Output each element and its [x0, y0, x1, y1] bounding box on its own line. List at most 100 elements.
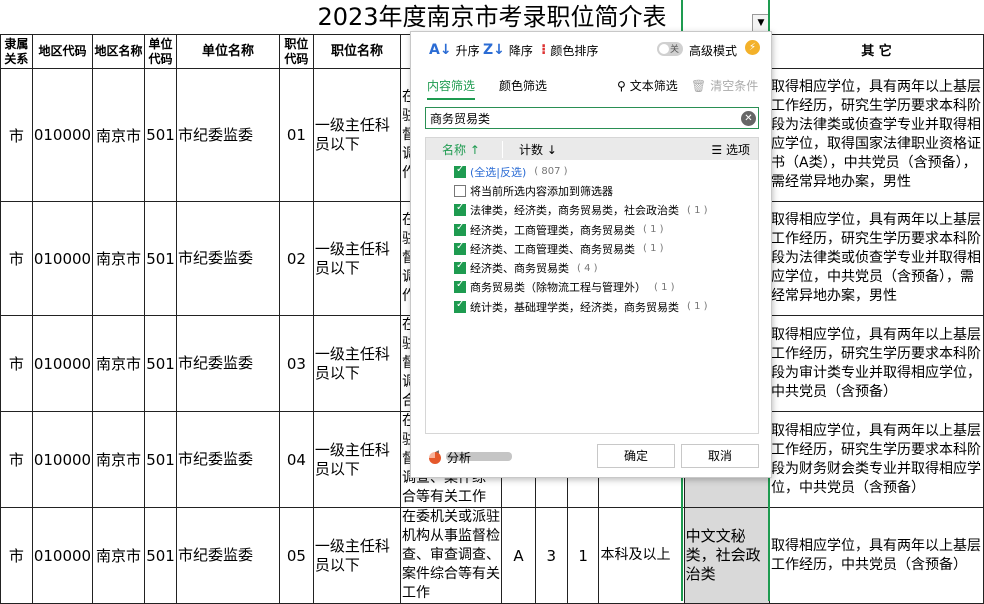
filter-item[interactable]: 经济类、商务贸易类 ( 4 ) [426, 258, 758, 277]
cell-area-code[interactable]: 010000 [31, 68, 94, 202]
cell-pos[interactable]: 一级主任科员以下 [312, 411, 402, 508]
checkbox[interactable] [454, 279, 466, 294]
filter-item[interactable]: (全选|反选) ( 807 ) [426, 162, 758, 181]
checkbox[interactable] [454, 164, 466, 178]
cell-major[interactable]: 中文文秘类，社会政治类 [683, 507, 771, 604]
cell-pos-code[interactable]: 05 [279, 507, 314, 604]
advanced-mode-label: 高级模式 [689, 43, 738, 58]
cell-other[interactable]: 取得相应学位，具有两年以上基层工作经历，研究生学历要求本科阶段为财务财会类专业并… [769, 411, 984, 508]
clear-conditions-button[interactable]: 🗑 清空条件 [691, 77, 758, 94]
cell-unit-code[interactable]: 501 [144, 507, 178, 604]
tab-color-filter[interactable]: 颜色筛选 [499, 77, 547, 100]
filter-item-count: ( 1 ) [687, 301, 708, 313]
checkbox[interactable] [454, 299, 466, 313]
color-sort-label: 颜色排序 [550, 43, 599, 58]
filter-dropdown-icon[interactable]: ▼ [752, 14, 770, 32]
cell-area-code[interactable]: 010000 [31, 507, 94, 604]
cell-unit-code[interactable]: 501 [144, 201, 178, 316]
filter-item-label: (全选|反选) [470, 165, 527, 179]
cell-unit-code[interactable]: 501 [144, 68, 178, 202]
sort-by-count-button[interactable]: 计数 ↓ [502, 140, 602, 158]
cell-rel[interactable]: 市 [0, 507, 33, 604]
cell-pos[interactable]: 一级主任科员以下 [312, 68, 402, 202]
filter-item[interactable]: 经济类、工商管理类、商务贸易类 ( 1 ) [426, 239, 758, 258]
header-cell[interactable]: 职位名称 [312, 34, 402, 69]
checkbox[interactable] [454, 202, 466, 217]
cell-pos[interactable]: 一级主任科员以下 [312, 507, 402, 604]
header-cell[interactable]: 隶属关系 [0, 34, 33, 69]
cell-edu[interactable]: 本科及以上 [598, 507, 685, 604]
filter-item[interactable]: 将当前所选内容添加到筛选器 [426, 181, 758, 200]
cell-area-code[interactable]: 010000 [31, 315, 94, 412]
cell-n2[interactable]: 1 [566, 507, 600, 604]
cell-area[interactable]: 南京市 [92, 315, 146, 412]
cell-unit[interactable]: 市纪委监委 [176, 507, 280, 604]
cell-pos-code[interactable]: 01 [279, 68, 314, 202]
cell-other[interactable]: 取得相应学位，具有两年以上基层工作经历，中共党员（含预备） [769, 507, 984, 604]
advanced-mode-label-wrap[interactable]: 高级模式 [689, 40, 737, 60]
clear-search-icon[interactable]: ✕ [741, 111, 756, 126]
cell-unit-code[interactable]: 501 [144, 411, 178, 508]
analysis-button[interactable]: 分析 [429, 449, 471, 466]
cell-pos[interactable]: 一级主任科员以下 [312, 315, 402, 412]
checkbox[interactable] [454, 222, 466, 236]
cell-unit[interactable]: 市纪委监委 [176, 315, 280, 412]
filter-popup: A↓ 升序 Z↓ 降序 ⁝ 颜色排序 关 高级模式 ⚡ 内容筛选 颜色筛选 ⚲ … [410, 31, 772, 478]
checkbox[interactable] [454, 260, 466, 275]
filter-item[interactable]: 法律类，经济类，商务贸易类，社会政治类 ( 1 ) [426, 201, 758, 220]
filter-item-label: 统计类，基础理学类，经济类，商务贸易类 [470, 300, 679, 314]
header-cell[interactable]: 地区代码 [31, 34, 94, 69]
cell-area[interactable]: 南京市 [92, 201, 146, 316]
cell-n1[interactable]: 3 [534, 507, 568, 604]
cell-unit-code[interactable]: 501 [144, 315, 178, 412]
cell-unit[interactable]: 市纪委监委 [176, 201, 280, 316]
cell-pos-code[interactable]: 04 [279, 411, 314, 508]
filter-item-count: ( 1 ) [643, 224, 664, 236]
cell-pos-code[interactable]: 02 [279, 201, 314, 316]
cell-pos-code[interactable]: 03 [279, 315, 314, 412]
filter-item[interactable]: 经济类，工商管理类，商务贸易类 ( 1 ) [426, 220, 758, 239]
header-cell[interactable]: 单位名称 [176, 34, 280, 69]
header-cell[interactable]: 单位代码 [144, 34, 178, 69]
cell-other[interactable]: 取得相应学位，具有两年以上基层工作经历，研究生学历要求本科阶段为法律类或侦查学专… [769, 68, 984, 202]
cell-rel[interactable]: 市 [0, 201, 33, 316]
analysis-label: 分析 [447, 451, 472, 465]
cell-area[interactable]: 南京市 [92, 507, 146, 604]
cell-other[interactable]: 取得相应学位，具有两年以上基层工作经历，研究生学历要求本科阶段为法律类或侦查学专… [769, 201, 984, 316]
sort-desc-icon: Z↓ [483, 42, 505, 58]
cell-desc[interactable]: 在委机关或派驻机构从事监督检查、审查调查、案件综合等有关工作 [400, 507, 503, 604]
cell-rel[interactable]: 市 [0, 68, 33, 202]
cell-unit[interactable]: 市纪委监委 [176, 411, 280, 508]
header-cell[interactable]: 其 它 [769, 34, 984, 69]
ok-button[interactable]: 确定 [597, 444, 675, 468]
cell-pos[interactable]: 一级主任科员以下 [312, 201, 402, 316]
cell-other[interactable]: 取得相应学位，具有两年以上基层工作经历，研究生学历要求本科阶段为审计类专业并取得… [769, 315, 984, 412]
filter-search-input[interactable] [425, 107, 759, 129]
header-cell[interactable]: 地区名称 [92, 34, 146, 69]
cell-area[interactable]: 南京市 [92, 411, 146, 508]
premium-crown-icon: ⚡ [745, 40, 760, 55]
tab-content-filter[interactable]: 内容筛选 [427, 77, 476, 100]
cancel-button[interactable]: 取消 [681, 444, 759, 468]
sort-asc-button[interactable]: A↓ 升序 [429, 40, 480, 60]
text-filter-button[interactable]: ⚲ 文本筛选 [617, 77, 678, 94]
filter-item-label: 将当前所选内容添加到筛选器 [470, 184, 613, 198]
filter-item[interactable]: 商务贸易类（除物流工程与管理外） ( 1 ) [426, 278, 758, 297]
cell-unit[interactable]: 市纪委监委 [176, 68, 280, 202]
advanced-mode-toggle[interactable]: 关 [657, 42, 683, 56]
cell-rel[interactable]: 市 [0, 411, 33, 508]
color-sort-button[interactable]: ⁝ 颜色排序 [541, 40, 598, 60]
header-cell[interactable]: 职位代码 [279, 34, 314, 69]
filter-item[interactable]: 统计类，基础理学类，经济类，商务贸易类 ( 1 ) [426, 297, 758, 316]
cell-exam[interactable]: A [501, 507, 536, 604]
cell-area[interactable]: 南京市 [92, 68, 146, 202]
checkbox[interactable] [454, 241, 466, 255]
options-button[interactable]: ☰ 选项 [711, 141, 750, 158]
cell-rel[interactable]: 市 [0, 315, 33, 412]
checkbox[interactable] [454, 184, 466, 197]
sort-by-name-button[interactable]: 名称 ↑ [426, 141, 502, 158]
cell-area-code[interactable]: 010000 [31, 201, 94, 316]
cell-area-code[interactable]: 010000 [31, 411, 94, 508]
table-row: 市 010000 南京市 501 市纪委监委 05 一级主任科员以下 在委机关或派驻机构从事监… [0, 507, 984, 604]
sort-desc-button[interactable]: Z↓ 降序 [483, 40, 533, 60]
